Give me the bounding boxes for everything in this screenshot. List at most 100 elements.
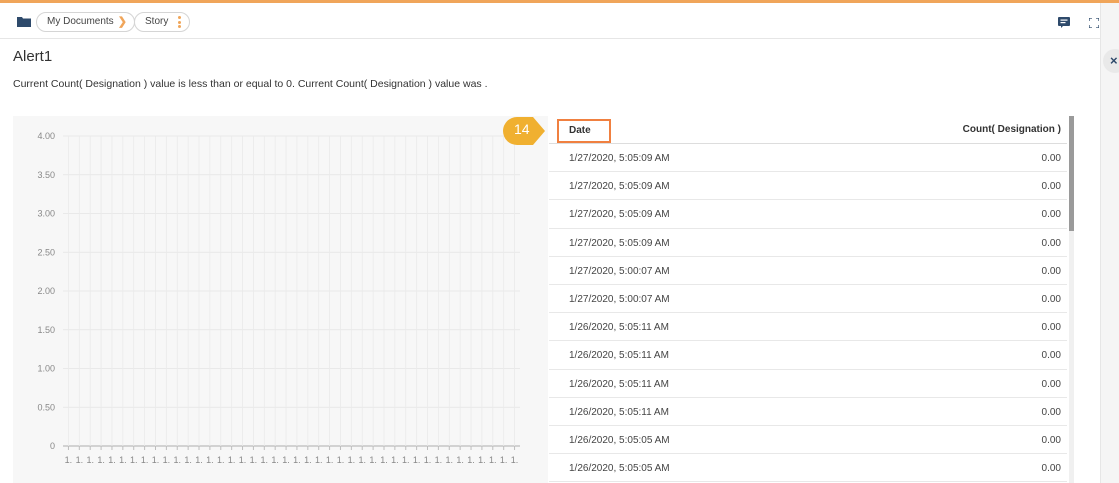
x-tick-label: 1. [391,455,399,465]
x-tick-label: 1. [337,455,345,465]
x-tick-label: 1. [500,455,508,465]
x-tick-label: 1. [163,455,171,465]
x-tick-label: 1. [348,455,356,465]
cell-count: 0.00 [1041,378,1061,390]
x-tick-label: 1. [119,455,127,465]
cell-date: 1/27/2020, 5:05:09 AM [569,181,670,193]
x-tick-label: 1. [489,455,497,465]
breadcrumb-my-documents[interactable]: My Documents ❯ [36,12,135,32]
table-row[interactable]: 1/27/2020, 5:05:09 AM 0.00 [549,172,1067,201]
chart-panel: 4.00 3.50 3.00 2.50 2.00 1.50 1.00 0.50 0 1. 1. 1. 1… [13,116,548,483]
cell-count: 0.00 [1041,265,1061,277]
expand-icon[interactable] [1089,18,1099,28]
breadcrumb-label: My Documents [47,16,114,27]
column-header-count[interactable]: Count( Designation ) [963,124,1061,135]
x-tick-label: 1. [435,455,443,465]
x-tick-label: 1. [217,455,225,465]
x-tick-label: 1. [478,455,486,465]
table-row[interactable]: 1/27/2020, 5:05:09 AM 0.00 [549,200,1067,229]
x-tick-label: 1. [97,455,105,465]
x-tick-label: 1. [511,455,519,465]
x-tick-label: 1. [130,455,138,465]
x-tick-label: 1. [467,455,475,465]
cell-count: 0.00 [1041,322,1061,334]
x-tick-label: 1. [315,455,323,465]
x-tick-label: 1. [304,455,312,465]
x-tick-label: 1. [369,455,377,465]
x-tick-label: 1. [424,455,432,465]
cell-date: 1/27/2020, 5:05:09 AM [569,153,670,164]
x-tick-label: 1. [326,455,334,465]
x-tick-label: 1. [456,455,464,465]
table-row[interactable]: 1/26/2020, 5:05:05 AM 0.00 [549,426,1067,455]
alert-description: Current Count( Designation ) value is le… [13,78,488,90]
x-tick-label: 1. [402,455,410,465]
x-tick-label: 1. [195,455,203,465]
cell-date: 1/27/2020, 5:00:07 AM [569,293,670,305]
cell-count: 0.00 [1041,434,1061,446]
y-tick-label: 4.00 [37,131,55,141]
y-tick-label: 1.00 [37,364,55,374]
x-tick-label: 1. [141,455,149,465]
x-tick-label: 1. [282,455,290,465]
y-tick-label: 3.00 [37,209,55,219]
cell-date: 1/26/2020, 5:05:11 AM [569,350,669,362]
step-badge-number: 14 [514,121,530,137]
table-row[interactable]: 1/27/2020, 5:05:09 AM 0.00 [549,144,1067,173]
top-toolbar: My Documents ❯ Story [0,3,1100,39]
right-side-rail [1100,3,1119,483]
x-tick-label: 1. [446,455,454,465]
scrollbar-thumb[interactable] [1069,116,1074,231]
breadcrumb-story[interactable]: Story [134,12,190,32]
x-tick-label: 1. [184,455,192,465]
cell-count: 0.00 [1041,350,1061,362]
cell-date: 1/26/2020, 5:05:05 AM [569,434,670,446]
x-tick-label: 1. [239,455,247,465]
y-tick-label: 2.50 [37,247,55,257]
table-header: Date Count( Designation ) [549,116,1067,144]
x-tick-label: 1. [380,455,388,465]
x-tick-label: 1. [65,455,73,465]
kebab-menu-icon[interactable] [178,16,181,29]
table-row[interactable]: 1/27/2020, 5:00:07 AM 0.00 [549,257,1067,285]
table-row[interactable]: 1/26/2020, 5:05:05 AM 0.00 [549,454,1067,483]
x-tick-label: 1. [413,455,421,465]
breadcrumb-label: Story [145,16,169,27]
folder-icon[interactable] [17,16,31,27]
x-tick-label: 1. [228,455,236,465]
table-row[interactable]: 1/26/2020, 5:05:11 AM 0.00 [549,398,1067,426]
cell-date: 1/27/2020, 5:05:09 AM [569,209,670,221]
table-row[interactable]: 1/26/2020, 5:05:11 AM 0.00 [549,313,1067,342]
cell-count: 0.00 [1041,209,1061,221]
x-tick-label: 1. [250,455,258,465]
cell-count: 0.00 [1041,293,1061,305]
x-tick-label: 1. [293,455,301,465]
chat-icon[interactable] [1058,17,1070,28]
cell-date: 1/27/2020, 5:00:07 AM [569,265,670,277]
y-tick-label: 3.50 [37,170,55,180]
table-row[interactable]: 1/26/2020, 5:05:11 AM 0.00 [549,341,1067,370]
cell-date: 1/26/2020, 5:05:11 AM [569,378,669,390]
y-tick-label: 0.50 [37,402,55,412]
x-tick-label: 1. [86,455,94,465]
x-tick-label: 1. [261,455,269,465]
bar-chart: 4.003.503.002.502.001.501.000.5001. 1. 1. 1… [37,131,520,465]
x-tick-label: 1. [271,455,279,465]
table-row[interactable]: 1/26/2020, 5:05:11 AM 0.00 [549,370,1067,398]
data-table: Date Count( Designation ) 1/27/2020, 5:0… [549,116,1076,483]
x-tick-label: 1. [206,455,214,465]
cell-date: 1/27/2020, 5:05:09 AM [569,237,670,249]
x-tick-label: 1. [152,455,160,465]
page-title: Alert1 [13,48,53,65]
cell-count: 0.00 [1041,181,1061,193]
cell-count: 0.00 [1041,153,1061,164]
table-row[interactable]: 1/27/2020, 5:05:09 AM 0.00 [549,229,1067,257]
column-header-date[interactable]: Date [557,119,611,143]
table-body: 1/27/2020, 5:05:09 AM 0.00 1/27/2020, 5:05… [549,144,1067,483]
y-tick-label: 0 [50,441,55,451]
cell-date: 1/26/2020, 5:05:11 AM [569,322,669,334]
cell-count: 0.00 [1041,237,1061,249]
chevron-right-icon: ❯ [117,16,127,28]
table-row[interactable]: 1/27/2020, 5:00:07 AM 0.00 [549,285,1067,314]
cell-count: 0.00 [1041,463,1061,475]
